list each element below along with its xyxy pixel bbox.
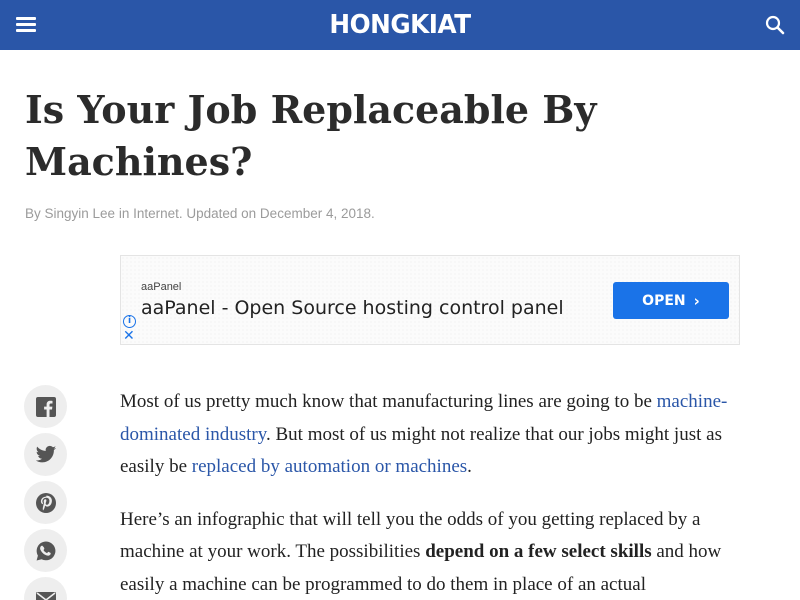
share-twitter-button[interactable] <box>24 433 67 476</box>
p1-text-1: Most of us pretty much know that manufac… <box>120 391 657 412</box>
meta-in: in <box>115 206 134 221</box>
email-icon <box>35 591 56 600</box>
meta-updated: . Updated on December 4, 2018. <box>178 206 375 221</box>
p1-text-3: . <box>467 456 472 477</box>
p2-bold: depend on a few select skills <box>425 541 652 562</box>
facebook-icon <box>35 396 56 417</box>
author-link[interactable]: Singyin Lee <box>45 206 116 221</box>
article-title: Is Your Job Replaceable By Machines? <box>25 87 597 184</box>
meta-by: By <box>25 206 45 221</box>
article-body: Most of us pretty much know that manufac… <box>120 386 740 600</box>
category-link[interactable]: Internet <box>133 206 179 221</box>
paragraph-2: Here’s an infographic that will tell you… <box>120 504 740 600</box>
ad-open-button[interactable]: OPEN › <box>613 282 729 319</box>
pinterest-icon <box>35 492 56 513</box>
twitter-icon <box>35 445 56 462</box>
share-facebook-button[interactable] <box>24 385 67 428</box>
whatsapp-icon <box>36 541 55 560</box>
ad-close-icon[interactable]: ✕ <box>123 329 137 343</box>
search-icon[interactable] <box>764 14 786 36</box>
chevron-right-icon: › <box>693 291 700 310</box>
share-pinterest-button[interactable] <box>24 481 67 524</box>
ad-banner[interactable]: aaPanel aaPanel - Open Source hosting co… <box>120 255 740 345</box>
share-email-button[interactable] <box>24 577 67 600</box>
ad-open-label: OPEN <box>642 292 686 309</box>
site-header: HONGKIAT <box>0 0 800 50</box>
ad-advertiser: aaPanel <box>141 281 182 293</box>
site-logo[interactable]: HONGKIAT <box>20 9 780 41</box>
ad-info-icon[interactable]: i <box>123 315 136 328</box>
paragraph-1: Most of us pretty much know that manufac… <box>120 386 740 484</box>
ad-headline[interactable]: aaPanel - Open Source hosting control pa… <box>141 297 564 319</box>
share-whatsapp-button[interactable] <box>24 529 67 572</box>
article-meta: By Singyin Lee in Internet. Updated on D… <box>25 206 375 221</box>
replaced-by-automation-link[interactable]: replaced by automation or machines <box>192 456 467 477</box>
